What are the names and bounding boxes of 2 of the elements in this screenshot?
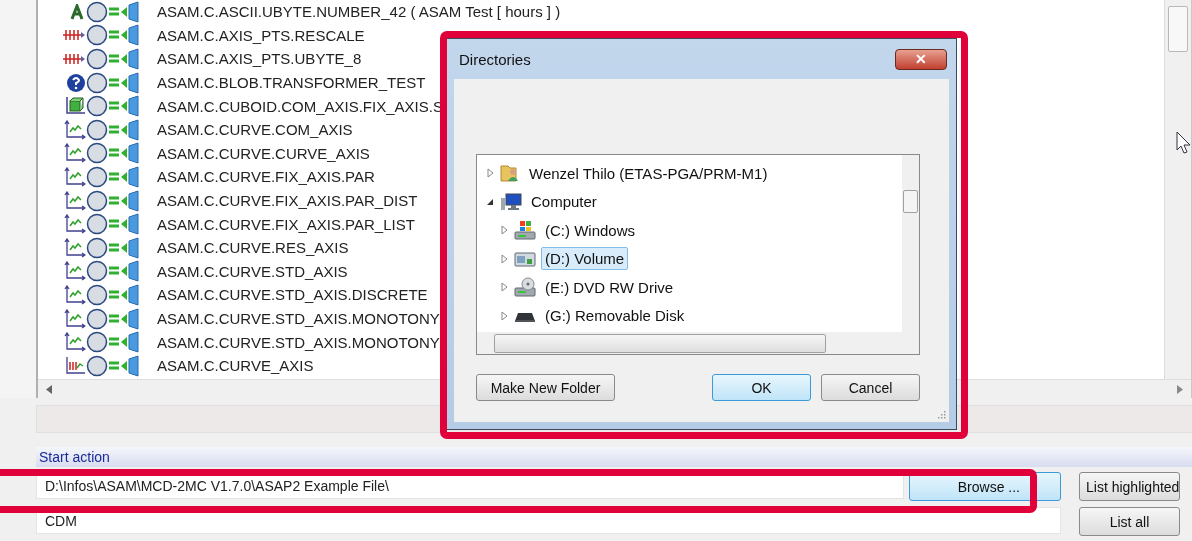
dialog-title: Directories	[459, 50, 531, 68]
section-heading: Start action	[36, 447, 1192, 467]
